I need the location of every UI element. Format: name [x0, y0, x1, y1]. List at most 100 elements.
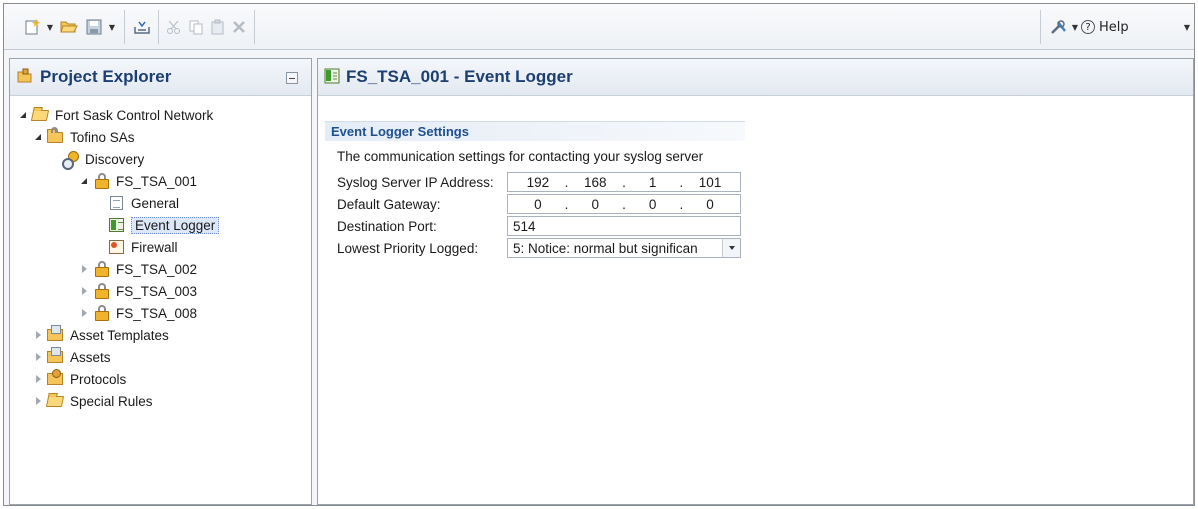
tree-item-fs-tsa-001[interactable]: FS_TSA_001 — [79, 171, 197, 191]
ip-octet[interactable]: 168 — [577, 175, 613, 190]
tree-item-special-rules[interactable]: Special Rules — [33, 391, 153, 411]
tree-item-fs-tsa-003[interactable]: FS_TSA_003 — [79, 281, 197, 301]
ip-octet[interactable]: 0 — [635, 197, 671, 212]
delete-icon[interactable] — [229, 17, 249, 37]
project-explorer-header: Project Explorer — [10, 59, 311, 96]
expanded-arrow-icon[interactable] — [79, 171, 89, 191]
tools-icon[interactable] — [1049, 17, 1069, 37]
save-dropdown-icon[interactable]: ▼ — [107, 17, 117, 37]
tree-item-label: Protocols — [70, 371, 127, 387]
help-dropdown-icon[interactable]: ▼ — [1182, 17, 1192, 37]
tree-item-fort-sask-control-network[interactable]: Fort Sask Control Network — [18, 105, 213, 125]
expanded-arrow-icon[interactable] — [18, 105, 28, 125]
collapsed-arrow-icon[interactable] — [33, 347, 43, 367]
protocols-folder-icon — [47, 369, 65, 387]
editor-header: FS_TSA_001 - Event Logger — [318, 59, 1193, 96]
tools-dropdown-icon[interactable]: ▼ — [1070, 17, 1080, 37]
ip-dot: . — [679, 196, 684, 212]
import-icon[interactable] — [132, 17, 152, 37]
lowest-priority-label: Lowest Priority Logged: — [337, 240, 479, 256]
collapsed-arrow-icon[interactable] — [33, 325, 43, 345]
collapsed-arrow-icon[interactable] — [79, 281, 89, 301]
tree-item-label: Fort Sask Control Network — [55, 107, 214, 123]
ip-octet[interactable]: 0 — [577, 197, 613, 212]
project-explorer-panel: Project Explorer Fort Sask Control Netwo… — [9, 58, 312, 505]
tree-item-label: FS_TSA_003 — [116, 283, 198, 299]
new-icon[interactable] — [23, 17, 43, 37]
tree-item-label: General — [131, 195, 180, 211]
asset-templates-folder-icon — [47, 325, 65, 343]
paste-icon[interactable] — [208, 17, 228, 37]
lowest-priority-row: Lowest Priority Logged: 5: Notice: norma… — [337, 238, 741, 258]
network-folder-icon — [30, 107, 50, 123]
tree-item-assets[interactable]: Assets — [33, 347, 111, 367]
ip-dot: . — [622, 174, 626, 190]
tree-item-asset-templates[interactable]: Asset Templates — [33, 325, 169, 345]
tofino-folder-icon — [47, 127, 65, 145]
lock-icon — [93, 173, 111, 189]
lowest-priority-select[interactable]: 5: Notice: normal but significan — [507, 238, 741, 258]
ip-dot: . — [622, 196, 626, 212]
collapsed-arrow-icon[interactable] — [79, 259, 89, 279]
minimize-icon[interactable] — [286, 72, 298, 84]
help-label: Help — [1099, 19, 1129, 35]
tree-item-general[interactable]: General — [108, 193, 179, 213]
toolbar-separator — [1040, 10, 1041, 44]
collapsed-arrow-icon[interactable] — [79, 303, 89, 323]
syslog-ip-field[interactable]: 192 . 168 . 1 . 101 — [507, 172, 741, 192]
tree-item-label: Assets — [70, 349, 111, 365]
tree-item-label: Event Logger — [131, 216, 220, 234]
syslog-ip-row: Syslog Server IP Address: 192 . 168 . 1 … — [337, 172, 741, 192]
general-document-icon — [108, 195, 126, 211]
cut-icon[interactable] — [164, 17, 184, 37]
event-logger-settings-section: Event Logger Settings The communication … — [325, 121, 745, 258]
tree-item-event-logger[interactable]: Event Logger — [108, 215, 220, 235]
section-description: The communication settings for contactin… — [337, 149, 704, 164]
tree-item-firewall[interactable]: Firewall — [108, 237, 178, 257]
event-logger-editor: FS_TSA_001 - Event Logger Event Logger S… — [317, 58, 1194, 505]
syslog-ip-label: Syslog Server IP Address: — [337, 174, 494, 190]
destination-port-field[interactable]: 514 — [507, 216, 741, 236]
collapsed-arrow-icon[interactable] — [33, 369, 43, 389]
ip-octet[interactable]: 0 — [520, 197, 556, 212]
ip-dot: . — [564, 196, 569, 212]
event-logger-icon — [324, 68, 340, 87]
copy-icon[interactable] — [186, 17, 206, 37]
expanded-arrow-icon[interactable] — [33, 127, 43, 147]
save-icon[interactable] — [84, 17, 104, 37]
destination-port-label: Destination Port: — [337, 218, 437, 234]
tree-item-label: Tofino SAs — [70, 129, 135, 145]
toolbar-separator — [124, 10, 125, 44]
event-logger-icon — [108, 217, 126, 233]
tree-item-label: FS_TSA_008 — [116, 305, 198, 321]
chevron-down-icon[interactable] — [722, 239, 740, 257]
tree-item-fs-tsa-008[interactable]: FS_TSA_008 — [79, 303, 197, 323]
lowest-priority-value: 5: Notice: normal but significan — [513, 240, 698, 256]
help-button[interactable]: ? Help — [1081, 17, 1129, 37]
special-rules-folder-icon — [45, 393, 65, 409]
tree-item-label: Discovery — [85, 151, 145, 167]
collapsed-arrow-icon[interactable] — [33, 391, 43, 411]
tree-item-label: FS_TSA_002 — [116, 261, 198, 277]
destination-port-row: Destination Port: 514 — [337, 216, 741, 236]
ip-dot: . — [564, 174, 569, 190]
tree-item-fs-tsa-002[interactable]: FS_TSA_002 — [79, 259, 197, 279]
ip-octet[interactable]: 101 — [692, 175, 728, 190]
tree-item-protocols[interactable]: Protocols — [33, 369, 126, 389]
open-folder-icon[interactable] — [59, 17, 79, 37]
new-dropdown-icon[interactable]: ▼ — [45, 17, 55, 37]
project-explorer-icon — [17, 68, 33, 87]
ip-octet[interactable]: 192 — [520, 175, 556, 190]
main-toolbar: ▼ ▼ ▼ ? Help ▼ — [4, 4, 1194, 50]
discovery-icon — [62, 151, 80, 170]
tree-item-tofino-sas[interactable]: Tofino SAs — [33, 127, 135, 147]
toolbar-separator — [158, 10, 159, 44]
tree-item-label: FS_TSA_001 — [116, 173, 198, 189]
default-gateway-field[interactable]: 0 . 0 . 0 . 0 — [507, 194, 741, 214]
firewall-icon — [108, 239, 126, 255]
help-icon: ? — [1081, 20, 1095, 34]
ip-octet[interactable]: 0 — [692, 197, 728, 212]
editor-title: FS_TSA_001 - Event Logger — [346, 67, 573, 86]
tree-item-discovery[interactable]: Discovery — [62, 149, 145, 170]
ip-octet[interactable]: 1 — [635, 175, 671, 190]
